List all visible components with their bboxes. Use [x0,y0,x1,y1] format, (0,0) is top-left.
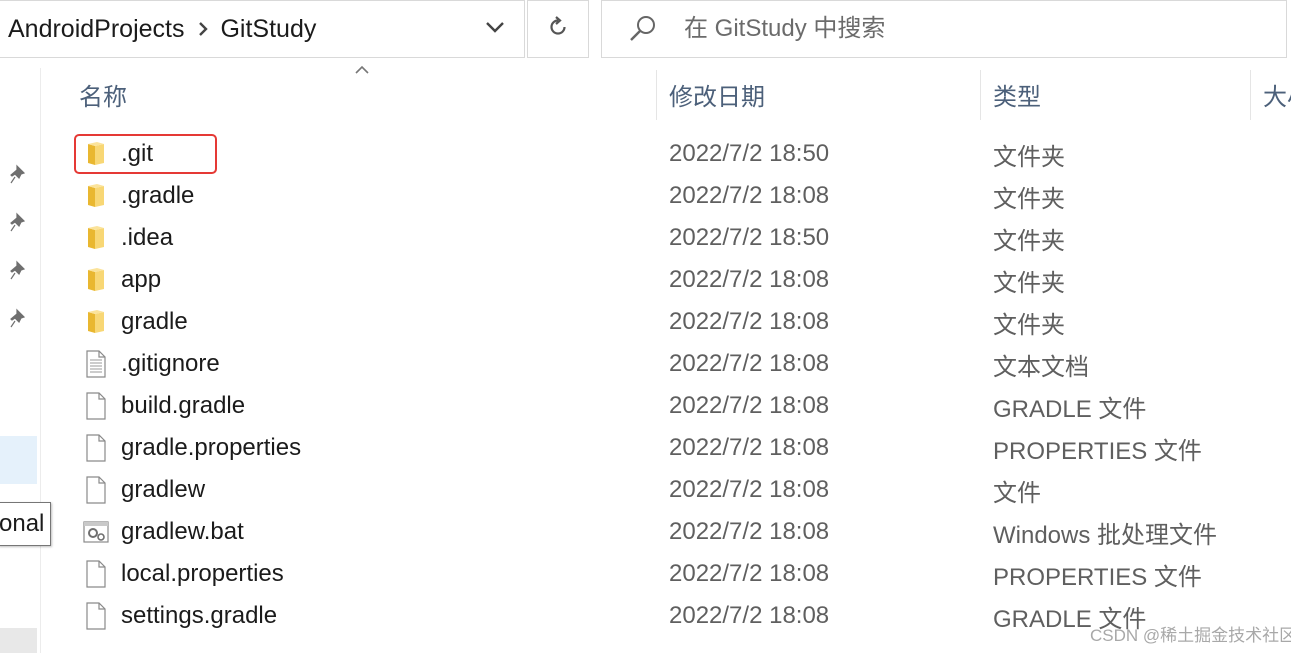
column-divider[interactable] [656,70,657,120]
chevron-right-icon[interactable] [198,21,209,37]
column-type[interactable]: 类型 [993,68,1041,120]
folder-icon [83,217,109,259]
file-row[interactable]: local.properties 2022/7/2 18:08 PROPERTIES… [0,553,1291,595]
file-name[interactable]: gradle [121,301,188,343]
folder-icon [83,175,109,217]
file-type: 文件夹 [993,185,1065,213]
folder-icon [83,301,109,343]
file-date-modified: 2022/7/2 18:08 [669,434,830,461]
file-icon [83,553,109,595]
file-type: GRADLE 文件 [993,395,1147,423]
text-file-icon [83,343,109,385]
file-row[interactable]: app 2022/7/2 18:08 文件夹 [0,259,1291,301]
column-date-modified[interactable]: 修改日期 [669,68,765,120]
file-icon [83,385,109,427]
file-icon [83,469,109,511]
file-date-modified: 2022/7/2 18:08 [669,350,830,377]
search-input[interactable] [682,14,1246,44]
file-date-modified: 2022/7/2 18:50 [669,224,830,251]
file-row[interactable]: build.gradle 2022/7/2 18:08 GRADLE 文件 [0,385,1291,427]
file-date-modified: 2022/7/2 18:08 [669,308,830,335]
file-row[interactable]: gradle.properties 2022/7/2 18:08 PROPERTIE… [0,427,1291,469]
file-name[interactable]: .gitignore [121,343,220,385]
batch-file-icon [83,511,109,553]
file-type: PROPERTIES 文件 [993,437,1202,465]
folder-icon [83,259,109,301]
chevron-down-icon [485,20,505,38]
file-type: 文件夹 [993,311,1065,339]
file-name[interactable]: .git [121,133,153,175]
file-date-modified: 2022/7/2 18:08 [669,392,830,419]
column-header: 名称 修改日期 类型 大小 [42,68,1291,124]
file-type: PROPERTIES 文件 [993,563,1202,591]
refresh-icon [546,15,570,44]
file-icon [83,427,109,469]
file-date-modified: 2022/7/2 18:08 [669,560,830,587]
file-date-modified: 2022/7/2 18:50 [669,140,830,167]
file-icon [83,595,109,637]
file-date-modified: 2022/7/2 18:08 [669,518,830,545]
file-name[interactable]: .gradle [121,175,194,217]
file-date-modified: 2022/7/2 18:08 [669,602,830,629]
refresh-button[interactable] [527,0,589,58]
file-type: 文件夹 [993,143,1065,171]
breadcrumb-gitstudy[interactable]: GitStudy [220,15,316,44]
file-name[interactable]: local.properties [121,553,284,595]
search-icon [628,14,658,44]
file-date-modified: 2022/7/2 18:08 [669,476,830,503]
file-name[interactable]: .idea [121,217,173,259]
file-row[interactable]: .idea 2022/7/2 18:50 文件夹 [0,217,1291,259]
address-bar[interactable]: AndroidProjects GitStudy [0,0,525,58]
file-name[interactable]: gradlew [121,469,205,511]
file-row[interactable]: .gitignore 2022/7/2 18:08 文本文档 [0,343,1291,385]
file-name[interactable]: build.gradle [121,385,245,427]
column-name[interactable]: 名称 [79,68,127,120]
file-name[interactable]: settings.gradle [121,595,277,637]
column-size[interactable]: 大小 [1263,68,1291,120]
folder-icon [83,133,109,175]
file-type: 文本文档 [993,353,1089,381]
file-row[interactable]: gradlew.bat 2022/7/2 18:08 Windows 批处理文件 [0,511,1291,553]
toolbar: AndroidProjects GitStudy [0,0,1291,66]
file-type: Windows 批处理文件 [993,521,1218,549]
column-divider[interactable] [980,70,981,120]
file-row[interactable]: .git 2022/7/2 18:50 文件夹 [0,133,1291,175]
file-date-modified: 2022/7/2 18:08 [669,266,830,293]
file-type: 文件夹 [993,227,1065,255]
file-date-modified: 2022/7/2 18:08 [669,182,830,209]
file-name[interactable]: gradle.properties [121,427,301,469]
column-divider[interactable] [1250,70,1251,120]
file-type: 文件 [993,479,1041,507]
file-row[interactable]: gradle 2022/7/2 18:08 文件夹 [0,301,1291,343]
file-type: 文件夹 [993,269,1065,297]
file-name[interactable]: app [121,259,161,301]
watermark: CSDN @稀土掘金技术社区 [1090,626,1291,645]
search-box[interactable] [601,0,1287,58]
file-name[interactable]: gradlew.bat [121,511,244,553]
file-row[interactable]: gradlew 2022/7/2 18:08 文件 [0,469,1291,511]
address-history-dropdown[interactable] [470,8,520,50]
file-list: .git 2022/7/2 18:50 文件夹 .gradle 2022/7/2 18:… [0,133,1291,637]
file-row[interactable]: .gradle 2022/7/2 18:08 文件夹 [0,175,1291,217]
breadcrumb-androidprojects[interactable]: AndroidProjects [8,15,184,44]
